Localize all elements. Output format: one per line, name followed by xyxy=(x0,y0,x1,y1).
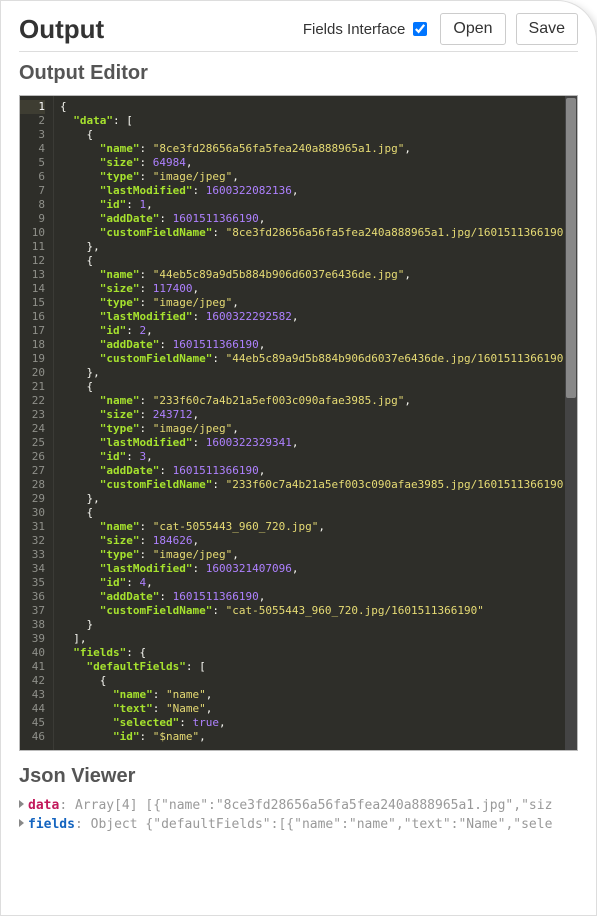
editor-scrollbar[interactable] xyxy=(565,96,577,750)
json-viewer-title: Json Viewer xyxy=(19,765,578,788)
editor-code[interactable]: { "data": [ { "name": "8ce3fd28656a56fa5… xyxy=(54,96,565,750)
expand-icon[interactable] xyxy=(19,819,24,827)
code-editor[interactable]: 1234567891011121314151617181920212223242… xyxy=(19,95,578,751)
page-title: Output xyxy=(19,14,104,45)
fields-interface-toggle[interactable]: Fields Interface xyxy=(303,19,431,39)
editor-scrollbar-thumb[interactable] xyxy=(566,98,576,398)
json-viewer-key: fields xyxy=(28,817,75,832)
json-viewer[interactable]: data: Array[4] [{"name":"8ce3fd28656a56f… xyxy=(19,798,578,832)
fields-interface-checkbox[interactable] xyxy=(413,22,427,36)
json-viewer-summary: Object {"defaultFields":[{"name":"name",… xyxy=(91,817,553,832)
save-button[interactable]: Save xyxy=(516,13,578,45)
json-viewer-row[interactable]: fields: Object {"defaultFields":[{"name"… xyxy=(19,817,578,832)
header-actions: Fields Interface Open Save xyxy=(303,13,578,45)
output-header: Output Fields Interface Open Save xyxy=(19,13,578,52)
expand-icon[interactable] xyxy=(19,800,24,808)
fields-interface-label: Fields Interface xyxy=(303,21,406,38)
output-editor-title: Output Editor xyxy=(19,62,578,85)
editor-gutter: 1234567891011121314151617181920212223242… xyxy=(20,96,54,750)
json-viewer-row[interactable]: data: Array[4] [{"name":"8ce3fd28656a56f… xyxy=(19,798,578,813)
open-button[interactable]: Open xyxy=(440,13,505,45)
json-viewer-key: data xyxy=(28,798,59,813)
json-viewer-summary: Array[4] [{"name":"8ce3fd28656a56fa5fea2… xyxy=(75,798,552,813)
